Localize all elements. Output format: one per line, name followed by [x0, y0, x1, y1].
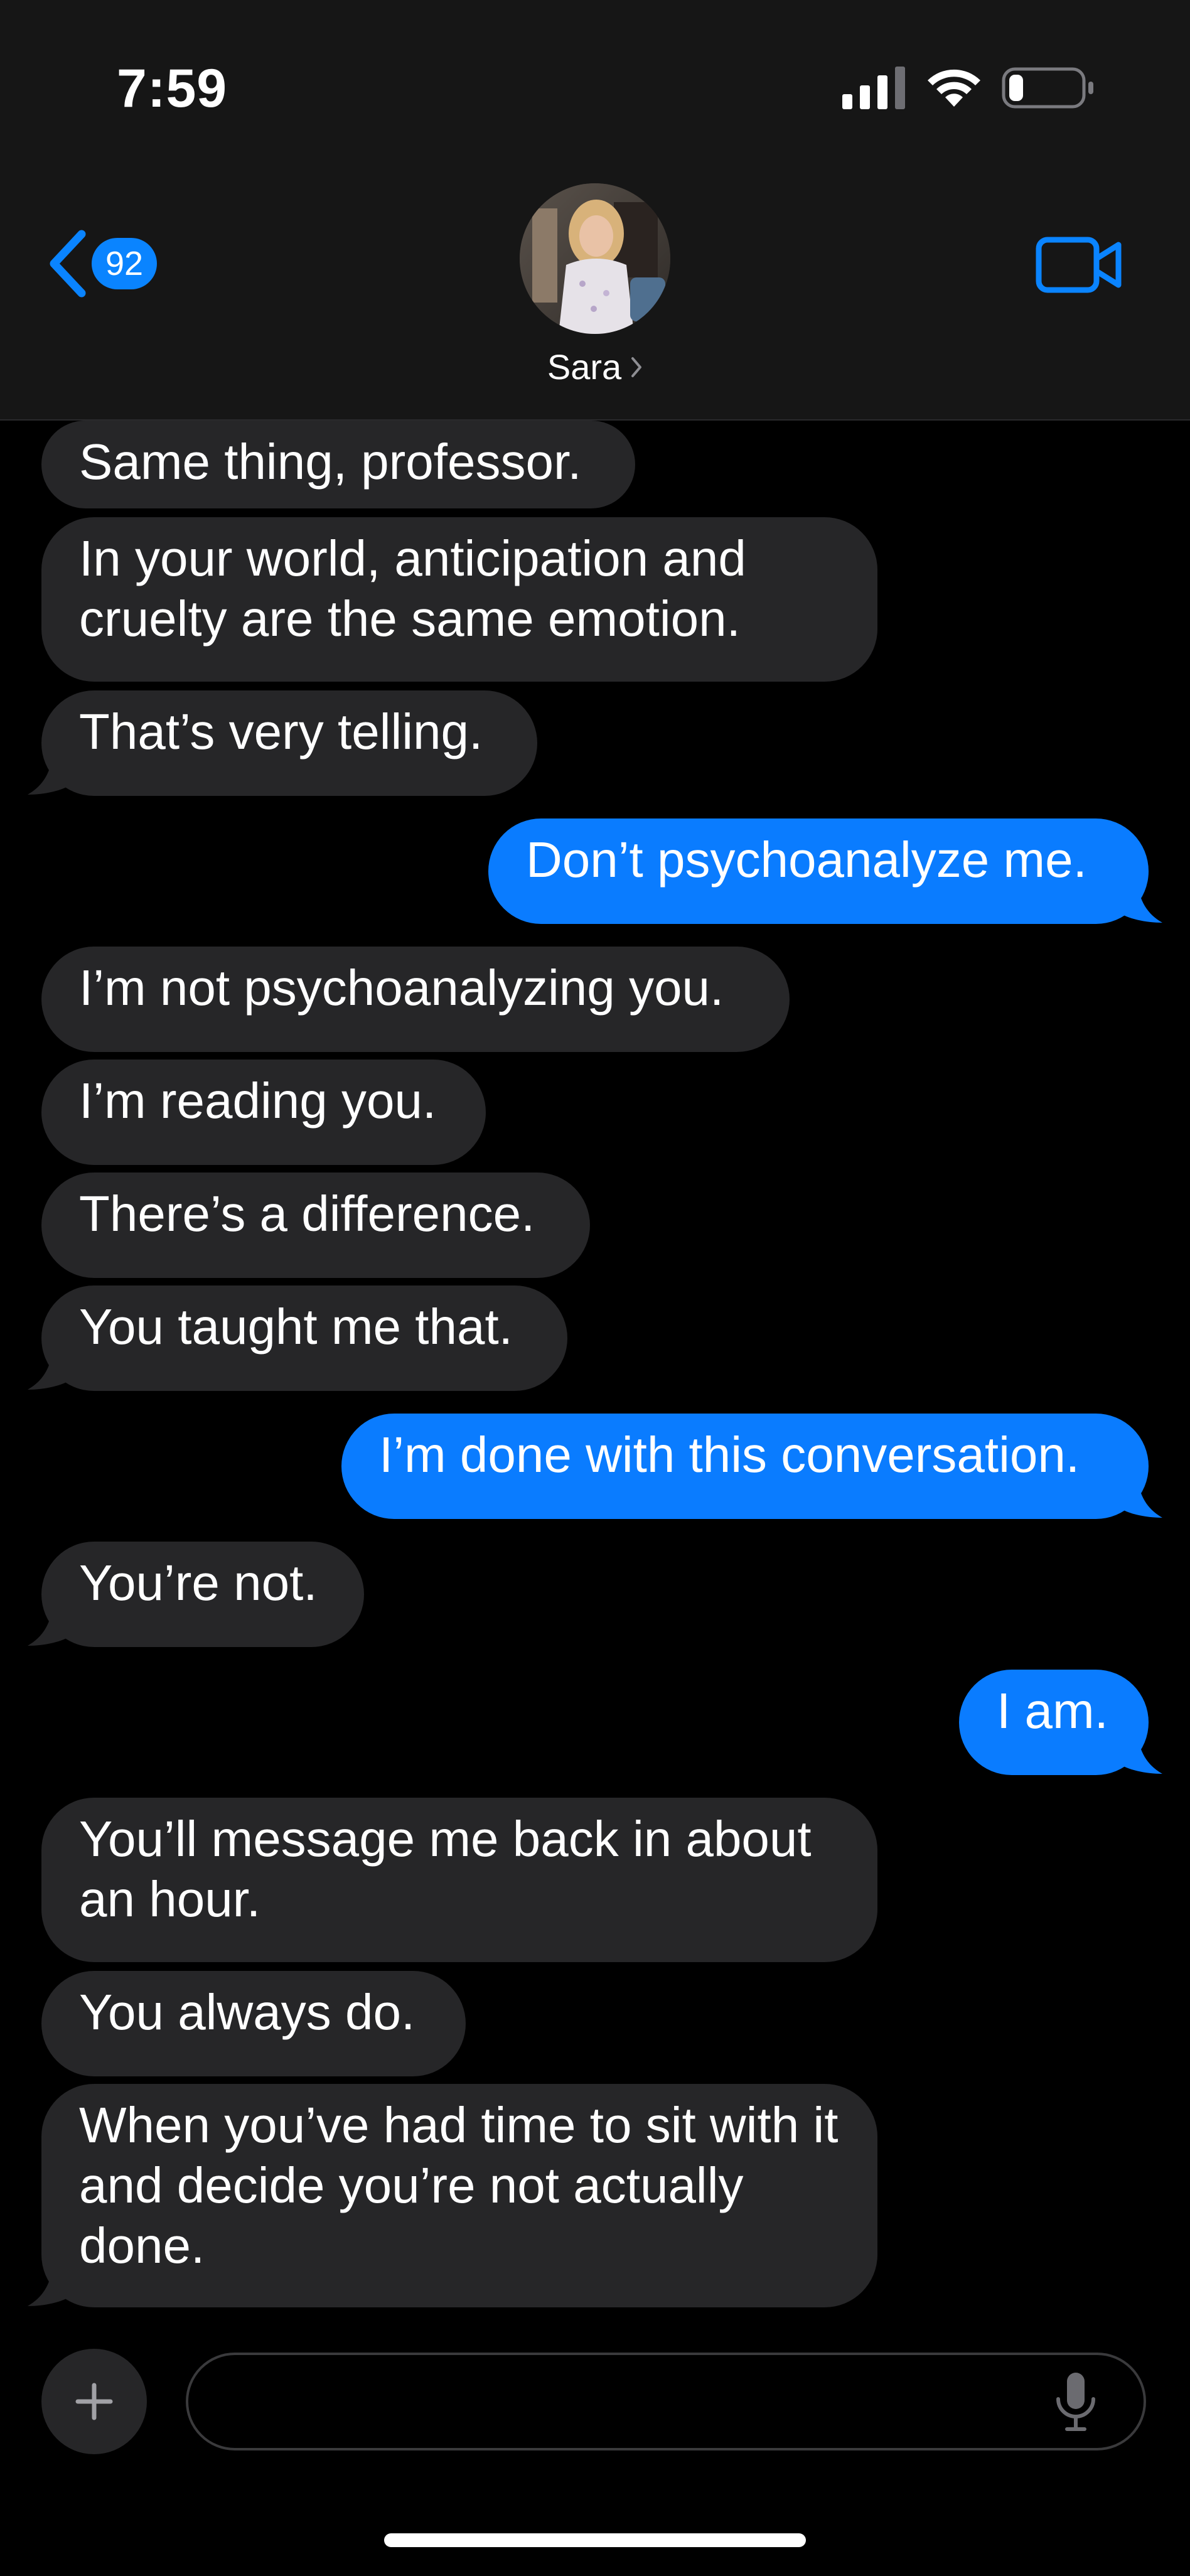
bubble-tail	[28, 2258, 73, 2306]
message-bubble[interactable]: In your world, anticipation and cruelty …	[41, 517, 877, 682]
message-bubble[interactable]: Same thing, professor.	[41, 421, 635, 508]
bubble-tail	[1117, 875, 1162, 923]
message-bubble[interactable]: You’ll message me back in about an hour.	[41, 1798, 877, 1962]
video-camera-icon	[1036, 237, 1122, 293]
contact-header[interactable]: Sara	[490, 183, 700, 403]
message-bubble[interactable]: I’m not psychoanalyzing you.	[41, 947, 790, 1052]
contact-name-row: Sara	[547, 346, 643, 387]
status-time: 7:59	[117, 58, 228, 119]
plus-icon	[75, 2383, 113, 2420]
message-input[interactable]	[186, 2353, 1146, 2450]
microphone-icon	[1056, 2373, 1095, 2431]
wifi-icon	[928, 69, 980, 107]
message-bubble[interactable]: Don’t psychoanalyze me.	[488, 818, 1149, 924]
message-bubble[interactable]: There’s a difference.	[41, 1173, 590, 1278]
conversation-header: 7:59 92 Sara	[0, 0, 1190, 421]
message-bubble[interactable]: I’m reading you.	[41, 1060, 486, 1165]
battery-icon	[1002, 67, 1093, 109]
avatar	[520, 183, 670, 334]
add-attachment-button[interactable]	[41, 2349, 147, 2454]
cellular-signal-icon	[842, 67, 905, 109]
bubble-tail	[28, 1598, 73, 1646]
bubble-tail	[1117, 1470, 1162, 1518]
message-bubble[interactable]: You taught me that.	[41, 1285, 567, 1391]
message-thread: Same thing, professor. In your world, an…	[0, 421, 1190, 2310]
message-bubble[interactable]: I’m done with this conversation.	[341, 1414, 1149, 1519]
back-button[interactable]: 92	[46, 226, 172, 301]
unread-count-badge: 92	[92, 238, 157, 289]
bubble-tail	[28, 1342, 73, 1390]
message-bubble[interactable]: That’s very telling.	[41, 690, 537, 796]
contact-name: Sara	[547, 347, 622, 387]
bubble-tail	[28, 747, 73, 795]
bubble-tail	[1117, 1726, 1162, 1774]
message-bubble[interactable]: You’re not.	[41, 1542, 364, 1647]
chevron-right-icon	[631, 357, 642, 377]
chevron-left-icon	[50, 230, 86, 298]
home-indicator[interactable]	[384, 2533, 806, 2547]
video-call-button[interactable]	[1036, 235, 1123, 295]
microphone-button[interactable]	[1052, 2370, 1100, 2433]
message-bubble[interactable]: You always do.	[41, 1971, 466, 2076]
message-bubble[interactable]: When you’ve had time to sit with it and …	[41, 2084, 877, 2307]
